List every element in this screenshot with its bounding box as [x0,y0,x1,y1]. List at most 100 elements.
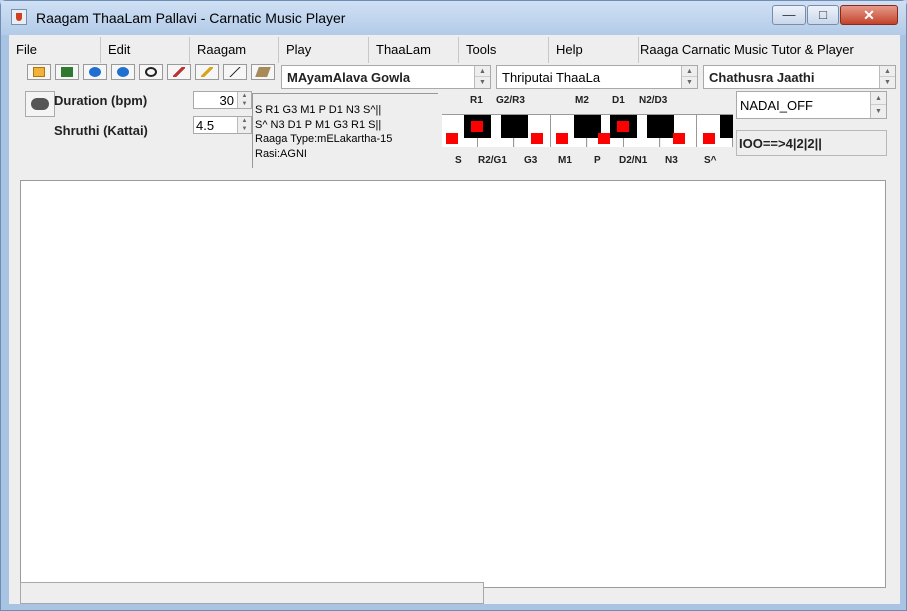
open-button[interactable] [27,64,51,80]
jaathi-value: Chathusra Jaathi [709,70,815,85]
brush-button[interactable] [167,64,191,80]
thaalam-select[interactable]: Thriputai ThaaLa ▲ ▼ [496,65,698,89]
swara-marker-p [598,133,610,144]
brush-icon [173,67,185,77]
menu-file[interactable]: File [9,37,101,63]
pencil-icon [201,67,213,77]
thaalam-spinner[interactable]: ▲ ▼ [681,66,697,88]
black-key[interactable] [574,115,601,138]
shruthi-value[interactable]: 4.5 [196,118,214,133]
minimize-button[interactable]: — [772,5,806,25]
chevron-up-icon[interactable]: ▲ [871,92,886,105]
key-label-p: P [594,155,601,166]
line-button[interactable] [223,64,247,80]
close-button[interactable]: ✕ [840,5,898,25]
play-button[interactable] [83,64,107,80]
chevron-down-icon[interactable]: ▼ [238,100,251,108]
menu-raagam[interactable]: Raagam [190,37,279,63]
stop-button[interactable] [139,64,163,80]
chevron-up-icon[interactable]: ▲ [880,66,895,77]
pause-button[interactable] [111,64,135,80]
chevron-up-icon[interactable]: ▲ [682,66,697,77]
java-app-icon [11,9,27,25]
duration-label: Duration (bpm) [54,93,148,108]
thaalam-value: Thriputai ThaaLa [502,70,601,85]
window-title: Raagam ThaaLam Pallavi - Carnatic Music … [36,10,346,26]
chevron-down-icon[interactable]: ▼ [880,77,895,88]
menu-thaalam[interactable]: ThaaLam [369,37,459,63]
maximize-button[interactable]: □ [807,5,839,25]
drum-icon [31,98,49,110]
chevron-up-icon[interactable]: ▲ [238,92,251,100]
nadai-select[interactable]: NADAI_OFF ▲ ▼ [736,91,887,119]
eraser-button[interactable] [251,64,275,80]
raagam-select[interactable]: MAyamAlava Gowla ▲ ▼ [281,65,491,89]
key-label-d1: D1 [612,95,625,106]
key-label-g3: G3 [524,155,538,166]
client-area: File Edit Raagam Play ThaaLam Tools Help… [9,35,900,604]
swara-keyboard: R1 G2/R3 M2 D1 N2/D3 S R2/G1 G3 M1 P D2/… [440,93,735,170]
drum-button[interactable] [25,91,55,117]
stop-icon [145,67,157,77]
key-label-s: S [455,155,462,166]
nadai-spinner[interactable]: ▲ ▼ [870,92,886,118]
jaathi-spinner[interactable]: ▲ ▼ [879,66,895,88]
menu-bar: File Edit Raagam Play ThaaLam Tools Help… [9,37,900,63]
arohanam-text: S R1 G3 M1 P D1 N3 S^|| [255,104,382,116]
chevron-up-icon[interactable]: ▲ [475,66,490,77]
nadai-value: NADAI_OFF [740,98,813,113]
key-label-m2: M2 [575,95,589,106]
piano-keys [442,114,733,147]
jaathi-select[interactable]: Chathusra Jaathi ▲ ▼ [703,65,896,89]
chevron-down-icon[interactable]: ▼ [682,77,697,88]
rasi-text: Rasi:AGNI [255,148,307,160]
menu-play[interactable]: Play [279,37,369,63]
play-icon [89,67,101,77]
black-key[interactable] [647,115,674,138]
chevron-up-icon[interactable]: ▲ [238,117,251,125]
swara-marker-n3 [673,133,685,144]
key-label-r2g1: R2/G1 [478,155,507,166]
duration-stepper[interactable]: ▲ ▼ [237,92,251,108]
raagam-value: MAyamAlava Gowla [287,70,411,85]
shruthi-stepper[interactable]: ▲ ▼ [237,117,251,133]
pause-icon [117,67,129,77]
swara-marker-m1 [556,133,568,144]
toolbar [11,63,281,81]
key-label-n2d3: N2/D3 [639,95,668,106]
close-icon: ✕ [863,7,875,23]
avarohanam-text: S^ N3 D1 P M1 G3 R1 S|| [255,119,382,131]
chevron-down-icon[interactable]: ▼ [871,105,886,118]
key-label-m1: M1 [558,155,572,166]
swara-marker-s-upper [703,133,715,144]
black-key[interactable] [501,115,528,138]
minimize-icon: — [782,7,796,22]
thaala-pattern-value: IOO==>4|2|2|| [739,136,822,151]
menu-raaga-tutor[interactable]: Raaga Carnatic Music Tutor & Player [634,37,900,63]
black-key[interactable] [720,115,733,138]
duration-value[interactable]: 30 [220,93,234,108]
maximize-icon: □ [819,7,827,22]
title-bar: Raagam ThaaLam Pallavi - Carnatic Music … [1,1,906,35]
pencil-button[interactable] [195,64,219,80]
key-label-r1: R1 [470,95,483,106]
eraser-icon [255,67,271,77]
key-label-d2n1: D2/N1 [619,155,648,166]
chevron-down-icon[interactable]: ▼ [238,125,251,133]
raagam-spinner[interactable]: ▲ ▼ [474,66,490,88]
app-window: Raagam ThaaLam Pallavi - Carnatic Music … [0,0,907,611]
music-file-icon [61,67,73,77]
menu-help[interactable]: Help [549,37,639,63]
raaga-type-text: Raaga Type:mELakartha-15 [255,133,393,145]
menu-edit[interactable]: Edit [101,37,190,63]
chevron-down-icon[interactable]: ▼ [475,77,490,88]
shruthi-spinner[interactable]: 4.5 ▲ ▼ [193,116,252,134]
music-file-button[interactable] [55,64,79,80]
duration-spinner[interactable]: 30 ▲ ▼ [193,91,252,109]
key-label-s-upper: S^ [704,155,717,166]
swara-marker-s [446,133,458,144]
notation-canvas[interactable] [20,180,886,588]
line-icon [229,67,241,77]
swara-marker-r1 [471,121,483,132]
menu-tools[interactable]: Tools [459,37,549,63]
